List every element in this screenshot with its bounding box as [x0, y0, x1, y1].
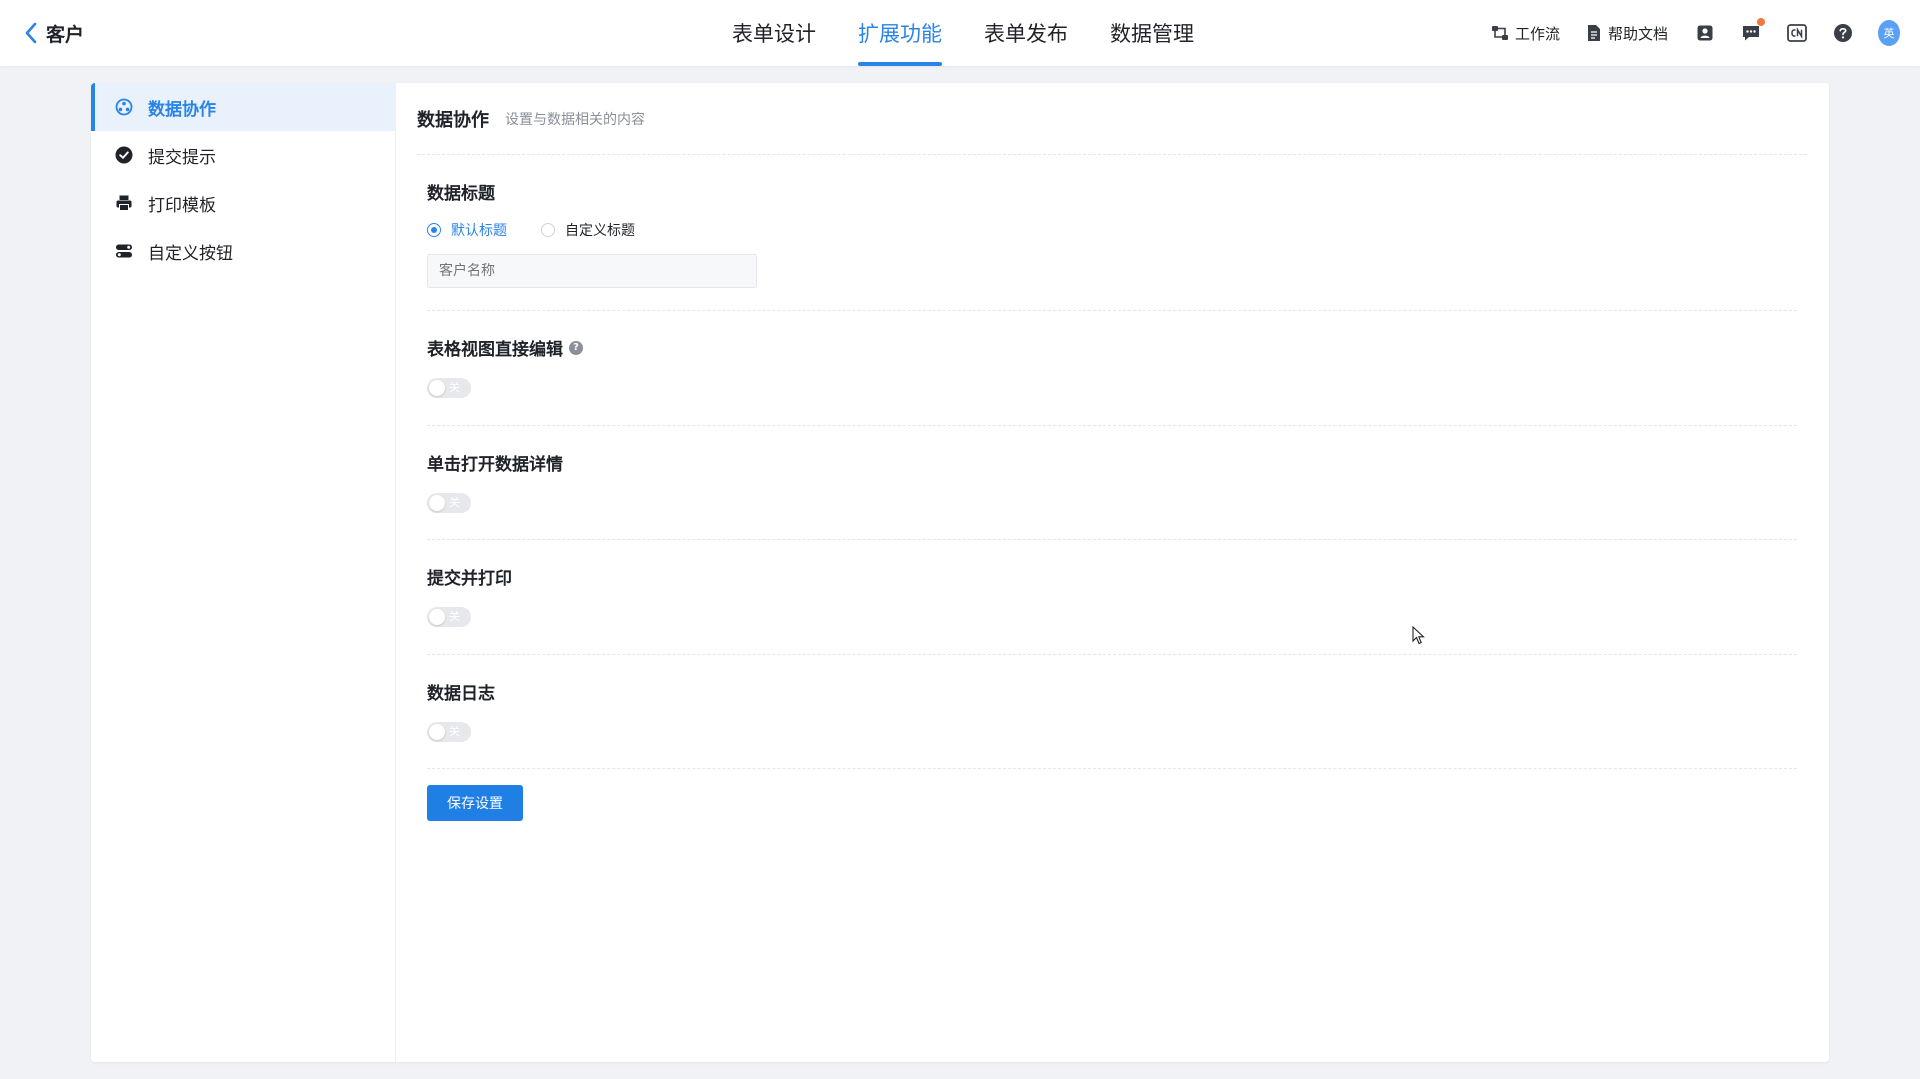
contacts-button[interactable] — [1694, 22, 1716, 44]
section-label: 数据标题 — [427, 184, 495, 204]
custom-button-icon — [116, 244, 132, 258]
toggle-data-log[interactable]: 关 — [427, 722, 471, 742]
section-label: 表格视图直接编辑 ? — [427, 335, 1797, 360]
toggle-click-detail[interactable]: 关 — [427, 493, 471, 513]
language-button[interactable] — [1786, 22, 1808, 44]
toggle-state: 关 — [449, 496, 460, 509]
sidebar-item-print-template[interactable]: 打印模板 — [91, 179, 395, 227]
section-submit-print: 提交并打印 关 — [427, 564, 1797, 655]
sidebar-item-label: 数据协作 — [148, 99, 216, 120]
message-icon — [1743, 26, 1759, 41]
app-title: 客户 — [46, 23, 85, 46]
chevron-left-icon — [25, 22, 37, 44]
radio-custom-title[interactable]: 自定义标题 — [541, 220, 635, 240]
sidebar-item-label: 自定义按钮 — [148, 243, 233, 264]
messages-button[interactable] — [1740, 18, 1765, 44]
question-circle-icon — [1834, 24, 1852, 42]
workflow-label: 工作流 — [1514, 24, 1560, 43]
workflow-icon — [1491, 26, 1508, 40]
settings-content: 数据协作 设置与数据相关的内容 数据标题 默认标题 自定义标题 表格视图直接编辑 — [395, 83, 1829, 1062]
page-subtitle: 设置与数据相关的内容 — [505, 111, 645, 128]
header-tools: 工作流 帮助文档 英 — [1491, 0, 1900, 66]
avatar: 英 — [1878, 20, 1900, 46]
tab-form-publish[interactable]: 表单发布 — [984, 0, 1068, 66]
toggle-knob — [429, 495, 445, 511]
radio-label: 自定义标题 — [565, 223, 635, 239]
page-title: 数据协作 — [417, 109, 489, 131]
toggle-submit-print[interactable]: 关 — [427, 607, 471, 627]
check-circle-icon — [115, 146, 133, 164]
sidebar-item-custom-button[interactable]: 自定义按钮 — [91, 227, 395, 275]
help-icon[interactable]: ? — [569, 340, 583, 355]
section-click-detail: 单击打开数据详情 关 — [427, 450, 1797, 540]
toggle-state: 关 — [449, 381, 460, 394]
toggle-knob — [429, 609, 445, 625]
toggle-state: 关 — [449, 725, 460, 738]
toggle-knob — [429, 380, 445, 396]
user-avatar-button[interactable]: 英 — [1878, 20, 1900, 46]
toggle-knob — [429, 724, 445, 740]
sidebar-item-label: 提交提示 — [148, 147, 216, 168]
back-button[interactable]: 客户 — [24, 17, 84, 49]
tab-form-design[interactable]: 表单设计 — [732, 0, 816, 66]
tab-data-management[interactable]: 数据管理 — [1110, 0, 1194, 66]
radio-button-checked[interactable] — [427, 223, 441, 237]
help-button[interactable] — [1832, 22, 1854, 44]
toggle-table-edit[interactable]: 关 — [427, 378, 471, 398]
radio-label: 默认标题 — [451, 223, 507, 239]
settings-panel: 数据协作 提交提示 打印模板 自定义按钮 数据协作 设置与数据相关的内容 数据标… — [91, 83, 1829, 1062]
section-label-text: 表格视图直接编辑 — [427, 340, 563, 360]
sidebar-item-label: 打印模板 — [148, 195, 216, 216]
tab-extensions[interactable]: 扩展功能 — [858, 0, 942, 66]
workflow-button[interactable]: 工作流 — [1491, 23, 1560, 44]
radio-default-title[interactable]: 默认标题 — [427, 220, 507, 240]
content-header: 数据协作 设置与数据相关的内容 — [417, 83, 1807, 155]
help-docs-button[interactable]: 帮助文档 — [1586, 23, 1668, 44]
document-icon — [1587, 25, 1600, 41]
section-label: 提交并打印 — [427, 569, 512, 589]
title-radio-group: 默认标题 自定义标题 — [427, 220, 1797, 240]
section-label: 单击打开数据详情 — [427, 455, 563, 475]
section-data-title: 数据标题 默认标题 自定义标题 — [427, 179, 1797, 311]
title-field-input[interactable] — [427, 254, 757, 288]
sidebar-item-submit-tip[interactable]: 提交提示 — [91, 131, 395, 179]
notification-dot — [1757, 18, 1765, 26]
section-label: 数据日志 — [427, 684, 495, 704]
help-docs-label: 帮助文档 — [1607, 24, 1668, 43]
mouse-cursor-icon — [1412, 626, 1425, 645]
radio-button-unchecked[interactable] — [541, 223, 555, 237]
main-tabs: 表单设计 扩展功能 表单发布 数据管理 — [732, 0, 1236, 66]
top-bar: 客户 表单设计 扩展功能 表单发布 数据管理 工作流 帮助文档 英 — [0, 0, 1920, 66]
section-table-edit: 表格视图直接编辑 ? 关 — [427, 335, 1797, 426]
save-settings-button[interactable]: 保存设置 — [427, 785, 523, 821]
sidebar-item-data-collab[interactable]: 数据协作 — [91, 83, 395, 131]
toggle-state: 关 — [449, 610, 460, 623]
data-collab-icon — [115, 98, 133, 116]
contact-card-icon — [1697, 25, 1713, 41]
sidebar: 数据协作 提交提示 打印模板 自定义按钮 — [91, 83, 396, 1062]
section-data-log: 数据日志 关 — [427, 679, 1797, 769]
language-cn-icon — [1787, 24, 1807, 42]
printer-icon — [116, 195, 132, 211]
